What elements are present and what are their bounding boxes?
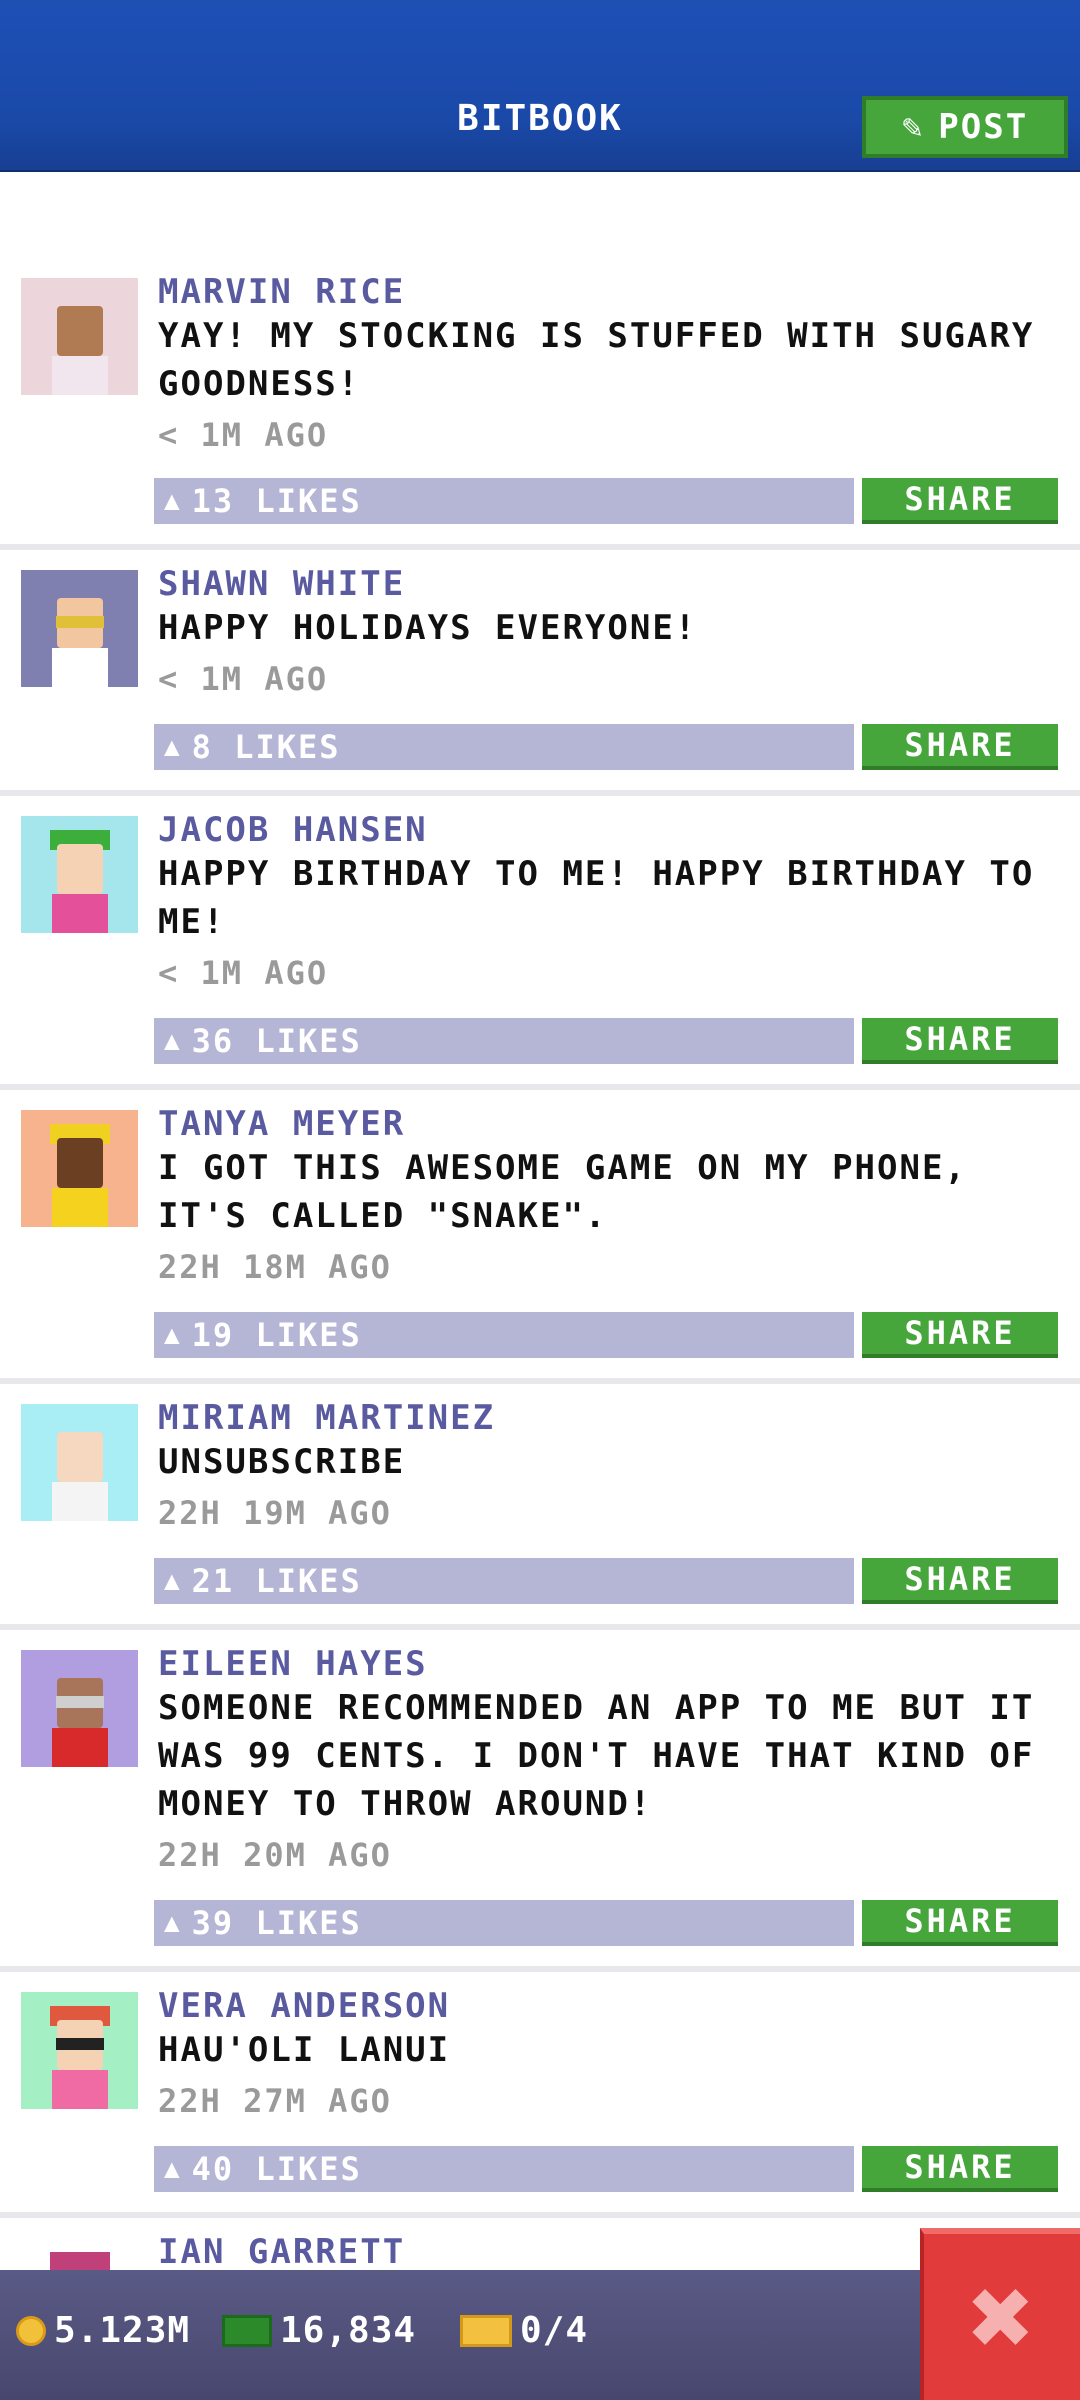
thumbs-up-icon: ▲ xyxy=(164,486,182,516)
like-count: 39 LIKES xyxy=(191,1904,362,1942)
coins-value: 5.123M xyxy=(54,2310,191,2351)
like-button[interactable]: ▲ 40 LIKES xyxy=(154,2146,854,2192)
close-icon: ✖ xyxy=(968,2253,1036,2381)
post-message: UNSUBSCRIBE xyxy=(158,1442,406,1482)
post-author[interactable]: MARVIN RICE xyxy=(158,272,405,312)
feed-post: IAN GARRETT xyxy=(0,2218,1080,2270)
like-button[interactable]: ▲ 13 LIKES xyxy=(154,478,854,524)
thumbs-up-icon: ▲ xyxy=(164,732,182,762)
app-header: BITBOOK ✎ POST xyxy=(0,0,1080,172)
post-author[interactable]: MIRIAM MARTINEZ xyxy=(158,1398,495,1438)
avatar[interactable] xyxy=(21,570,138,687)
post-button[interactable]: ✎ POST xyxy=(862,96,1068,158)
share-button[interactable]: SHARE xyxy=(862,1900,1058,1946)
like-button[interactable]: ▲ 36 LIKES xyxy=(154,1018,854,1064)
feed-post: JACOB HANSEN HAPPY BIRTHDAY TO ME! HAPPY… xyxy=(0,796,1080,1090)
like-button[interactable]: ▲ 19 LIKES xyxy=(154,1312,854,1358)
post-time: < 1M AGO xyxy=(158,660,329,698)
like-count: 13 LIKES xyxy=(191,482,362,520)
post-time: 22H 27M AGO xyxy=(158,2082,392,2120)
avatar[interactable] xyxy=(21,1992,138,2109)
post-time: < 1M AGO xyxy=(158,416,329,454)
post-author[interactable]: JACOB HANSEN xyxy=(158,810,428,850)
post-time: 22H 18M AGO xyxy=(158,1248,392,1286)
post-author[interactable]: IAN GARRETT xyxy=(158,2232,405,2270)
like-button[interactable]: ▲ 8 LIKES xyxy=(154,724,854,770)
feed-post: MIRIAM MARTINEZ UNSUBSCRIBE 22H 19M AGO … xyxy=(0,1384,1080,1630)
like-count: 40 LIKES xyxy=(191,2150,362,2188)
like-button[interactable]: ▲ 21 LIKES xyxy=(154,1558,854,1604)
like-button[interactable]: ▲ 39 LIKES xyxy=(154,1900,854,1946)
edit-icon: ✎ xyxy=(901,107,925,147)
feed-post: TANYA MEYER I GOT THIS AWESOME GAME ON M… xyxy=(0,1090,1080,1384)
currency-bar: 5.123M 16,834 0/4 xyxy=(0,2270,1080,2400)
post-author[interactable]: EILEEN HAYES xyxy=(158,1644,428,1684)
post-message: HAU'OLI LANUI xyxy=(158,2030,451,2070)
post-message: YAY! MY STOCKING IS STUFFED WITH SUGARY … xyxy=(158,316,1035,404)
thumbs-up-icon: ▲ xyxy=(164,1908,182,1938)
tickets-value: 0/4 xyxy=(520,2310,589,2351)
post-message: I GOT THIS AWESOME GAME ON MY PHONE, IT'… xyxy=(158,1148,967,1236)
post-time: 22H 20M AGO xyxy=(158,1836,392,1874)
like-count: 36 LIKES xyxy=(191,1022,362,1060)
share-button[interactable]: SHARE xyxy=(862,1018,1058,1064)
like-count: 19 LIKES xyxy=(191,1316,362,1354)
bux-stat: 16,834 xyxy=(222,2310,416,2351)
share-button[interactable]: SHARE xyxy=(862,724,1058,770)
thumbs-up-icon: ▲ xyxy=(164,1026,182,1056)
thumbs-up-icon: ▲ xyxy=(164,1320,182,1350)
post-author[interactable]: VERA ANDERSON xyxy=(158,1986,450,2026)
post-time: < 1M AGO xyxy=(158,954,329,992)
avatar[interactable] xyxy=(21,1650,138,1767)
ticket-icon xyxy=(460,2314,512,2347)
thumbs-up-icon: ▲ xyxy=(164,1566,182,1596)
coins-stat: 5.123M xyxy=(16,2310,190,2351)
avatar[interactable] xyxy=(21,1110,138,1227)
like-count: 8 LIKES xyxy=(191,728,341,766)
avatar[interactable] xyxy=(21,816,138,933)
post-message: HAPPY HOLIDAYS EVERYONE! xyxy=(158,608,698,648)
cash-icon xyxy=(222,2314,272,2347)
avatar[interactable] xyxy=(21,278,138,395)
feed-post: MARVIN RICE YAY! MY STOCKING IS STUFFED … xyxy=(0,270,1080,550)
share-button[interactable]: SHARE xyxy=(862,1312,1058,1358)
post-author[interactable]: SHAWN WHITE xyxy=(158,564,405,604)
coin-icon xyxy=(16,2315,46,2346)
feed-post: SHAWN WHITE HAPPY HOLIDAYS EVERYONE! < 1… xyxy=(0,550,1080,796)
post-message: HAPPY BIRTHDAY TO ME! HAPPY BIRTHDAY TO … xyxy=(158,854,1035,942)
close-button[interactable]: ✖ xyxy=(920,2228,1080,2400)
avatar[interactable] xyxy=(21,2238,138,2270)
tickets-stat: 0/4 xyxy=(460,2310,588,2351)
share-button[interactable]: SHARE xyxy=(862,478,1058,524)
like-count: 21 LIKES xyxy=(191,1562,362,1600)
post-time: 22H 19M AGO xyxy=(158,1494,392,1532)
feed-list[interactable]: MARVIN RICE YAY! MY STOCKING IS STUFFED … xyxy=(0,170,1080,2270)
feed-post: VERA ANDERSON HAU'OLI LANUI 22H 27M AGO … xyxy=(0,1972,1080,2218)
share-button[interactable]: SHARE xyxy=(862,1558,1058,1604)
bux-value: 16,834 xyxy=(280,2310,417,2351)
share-button[interactable]: SHARE xyxy=(862,2146,1058,2192)
post-message: SOMEONE RECOMMENDED AN APP TO ME BUT IT … xyxy=(158,1688,1035,1824)
feed-post: EILEEN HAYES SOMEONE RECOMMENDED AN APP … xyxy=(0,1630,1080,1972)
post-button-label: POST xyxy=(938,107,1029,147)
post-author[interactable]: TANYA MEYER xyxy=(158,1104,405,1144)
avatar[interactable] xyxy=(21,1404,138,1521)
thumbs-up-icon: ▲ xyxy=(164,2154,182,2184)
